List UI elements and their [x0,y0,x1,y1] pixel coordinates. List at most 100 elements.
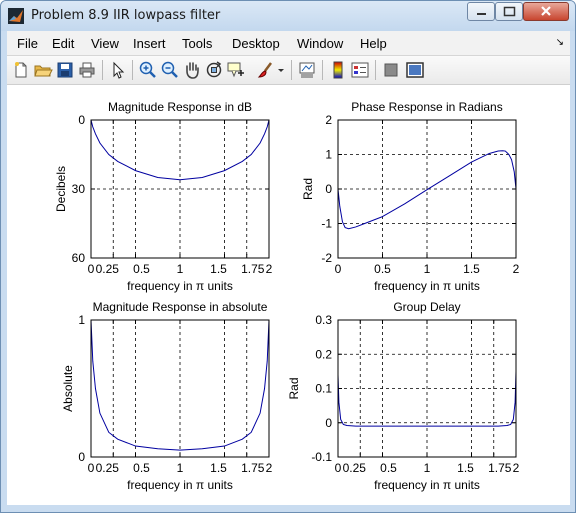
dock-arrow-icon[interactable]: ↘ [556,37,564,48]
title-bar[interactable]: Problem 8.9 IIR lowpass filter [1,1,575,31]
y-tick-label: 60 [72,251,86,265]
pan-hand-icon[interactable] [182,60,202,80]
print-icon[interactable] [77,60,97,80]
menu-window[interactable]: Window [297,36,343,51]
menu-desktop[interactable]: Desktop [232,36,280,51]
x-tick-label: 1 [177,461,184,475]
toolbar-separator [375,60,376,80]
brush-icon[interactable] [256,60,276,80]
rotate-3d-icon[interactable] [204,60,224,80]
chart-title: Phase Response in Radians [351,100,502,114]
x-tick-label: 0.5 [374,262,391,276]
menu-edit[interactable]: Edit [52,36,74,51]
toolbar-separator [322,60,323,80]
x-tick-label: 1.5 [463,262,480,276]
x-tick-label: 1.5 [210,461,227,475]
minimize-button[interactable] [467,2,495,21]
y-tick-label: 2 [325,113,332,127]
close-button[interactable] [523,2,569,21]
y-tick-label: -1 [321,217,332,231]
x-tick-label: 0.5 [133,461,150,475]
menu-file[interactable]: File [17,36,38,51]
x-tick-label: 1.5 [210,262,227,276]
toolbar-separator [132,60,133,80]
x-tick-label: 2 [513,262,520,276]
x-tick-label: 0.5 [133,262,150,276]
data-cursor-icon[interactable] [226,60,246,80]
maximize-button[interactable] [495,2,523,21]
menu-help[interactable]: Help [360,36,387,51]
subplot-3[interactable]: 0 0.25 0.5 1 1.5 1.75 201Magnitude Response in… [61,300,273,492]
chart-title: Group Delay [393,300,460,314]
zoom-out-icon[interactable] [160,60,180,80]
new-figure-icon[interactable] [11,60,31,80]
window-title: Problem 8.9 IIR lowpass filter [31,8,221,23]
y-tick-label: 1 [78,313,85,327]
figure-toolbar [7,56,570,85]
link-plot-icon[interactable] [297,60,317,80]
brush-dropdown-icon[interactable] [277,64,285,76]
x-axis-label: frequency in π units [374,478,480,492]
x-tick-label: 1.5 [457,461,474,475]
maximize-icon [503,6,516,17]
legend-icon[interactable] [350,60,370,80]
subplot-1[interactable]: 0 0.25 0.5 1 1.5 1.75 203060Magnitude Response… [54,100,273,293]
y-tick-label: 30 [72,182,86,196]
hide-plot-tools-icon[interactable] [381,60,401,80]
x-tick-label: 1.75 [241,262,265,276]
x-tick-label: 0.25 [96,461,120,475]
x-axis-label: frequency in π units [374,279,480,293]
x-tick-label: 0 [88,461,95,475]
x-tick-label: 1 [177,262,184,276]
open-file-icon[interactable] [33,60,53,80]
y-tick-label: 0.2 [315,347,332,361]
y-tick-label: 0 [78,450,85,464]
edit-plot-pointer-icon[interactable] [108,60,128,80]
subplot-4[interactable]: 0 0.25 0.5 1 1.5 1.75 2-0.100.10.20.3Group Del… [287,300,520,492]
x-tick-label: 2 [266,262,273,276]
y-axis-label: Decibels [54,166,68,212]
menu-insert[interactable]: Insert [133,36,166,51]
y-tick-label: 0.3 [315,313,332,327]
x-tick-label: 0 [335,262,342,276]
y-tick-label: 1 [325,148,332,162]
toolbar-separator [291,60,292,80]
chart-title: Magnitude Response in absolute [93,300,268,314]
save-icon[interactable] [55,60,75,80]
menu-tools[interactable]: Tools [182,36,212,51]
x-tick-label: 2 [513,461,520,475]
zoom-in-icon[interactable] [138,60,158,80]
toolbar-separator [102,60,103,80]
x-tick-label: 1.75 [241,461,265,475]
y-tick-label: 0 [78,113,85,127]
y-axis-label: Absolute [61,365,75,412]
x-tick-label: 1 [424,461,431,475]
menu-view[interactable]: View [91,36,119,51]
show-plot-tools-icon[interactable] [405,60,425,80]
minimize-icon [477,13,486,15]
y-tick-label: -2 [321,251,332,265]
x-tick-label: 1.75 [488,461,512,475]
y-tick-label: 0 [325,182,332,196]
y-tick-label: 0 [325,416,332,430]
figure-canvas: 0 0.25 0.5 1 1.5 1.75 2 0 30 60 Magnitude Response… [7,85,570,505]
x-tick-label: 2 [266,461,273,475]
matlab-logo-icon [8,8,24,24]
y-tick-label: -0.1 [311,450,332,464]
x-tick-label: 0 [335,461,342,475]
x-tick-label: 1 [424,262,431,276]
x-axis-label: frequency in π units [127,478,233,492]
x-tick-label: 0.5 [380,461,397,475]
x-tick-label: 0 [88,262,95,276]
close-icon [541,6,551,16]
colorbar-icon[interactable] [328,60,348,80]
y-axis-label: Rad [301,178,315,200]
y-axis-label: Rad [287,377,301,399]
subplot-2[interactable]: 0 0.5 1 1.5 2 -2 -1 0 1 2 Phase Response in Radian… [301,100,520,293]
y-tick-label: 0.1 [315,382,332,396]
menu-bar: File Edit View Insert Tools Desktop Wind… [7,31,570,56]
x-tick-label: 0.25 [96,262,120,276]
x-axis-label: frequency in π units [127,279,233,293]
plots-svg: 0 0.25 0.5 1 1.5 1.75 203060Magnitude Response… [54,100,520,492]
figure-window: Problem 8.9 IIR lowpass filter File Edit… [0,0,576,513]
